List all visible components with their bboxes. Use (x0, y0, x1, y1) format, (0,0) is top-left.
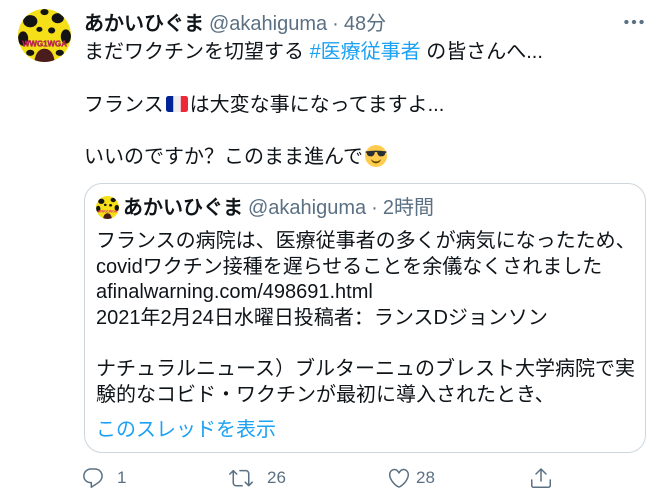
avatar-lettering: WWG1WGA (22, 40, 67, 49)
tweet-timestamp[interactable]: 48分 (344, 13, 386, 35)
smiling-face-with-sunglasses-icon (365, 145, 387, 167)
quoted-author-handle: @akahiguma (248, 197, 367, 219)
author-avatar[interactable]: WWG1WGA (18, 9, 71, 62)
quoted-tweet-text-line: 験的なコビド・ワクチンが最初に導入されたとき、 (96, 384, 555, 407)
text-segment: フランス (84, 93, 164, 116)
author-handle[interactable]: @akahiguma (209, 13, 327, 35)
text-segment: の皆さんへ... (420, 41, 543, 63)
retweet-button[interactable]: 26 (229, 465, 293, 491)
quoted-header-separator: · (371, 197, 378, 219)
like-button[interactable]: 28 (387, 465, 443, 491)
text-segment: まだワクチンを切望する (84, 41, 310, 63)
quoted-tweet-timestamp: 2時間 (382, 197, 434, 219)
text-segment: は大変な事になってますよ... (189, 93, 445, 116)
more-options-button[interactable] (621, 9, 647, 35)
france-flag-icon (165, 93, 188, 115)
quoted-author-display-name: あかいひぐま (123, 197, 243, 219)
quoted-tweet-text: フランスの病院は、医療従事者の多くが病気になったため、 covidワクチン接種を… (96, 229, 644, 409)
text-segment: いいのですか？このまま進んで (84, 146, 363, 168)
tweet-header: あかいひぐま @akahiguma · 48分 (84, 11, 386, 37)
retweet-icon[interactable] (229, 466, 253, 490)
author-display-name[interactable]: あかいひぐま (84, 13, 204, 35)
heart-icon[interactable] (387, 466, 411, 490)
quoted-tweet-text-line: ナチュラルニュース）ブルターニュのブレスト大学病院で実 (96, 358, 635, 381)
quoted-tweet-text-line: フランスの病院は、医療従事者の多くが病気になったため、 (96, 230, 636, 252)
avatar-image: WWG1WGA (18, 9, 71, 62)
share-icon[interactable] (529, 466, 553, 490)
quoted-tweet-header: あかいひぐま @akahiguma · 2時間 (123, 195, 434, 221)
tweet-text: まだワクチンを切望する #医療従事者 の皆さんへ... フランス は大変な事になっ… (84, 39, 654, 170)
quoted-avatar-image: WWG1WGA (96, 196, 119, 219)
quoted-author-avatar: WWG1WGA (96, 196, 119, 219)
retweet-count: 26 (267, 468, 286, 487)
reply-icon[interactable] (81, 466, 105, 490)
like-count: 28 (416, 468, 435, 487)
reply-count: 1 (117, 468, 127, 487)
reply-button[interactable]: 1 (81, 465, 131, 491)
quoted-tweet-text-line: 2021年2月24日水曜日投稿者：ランスDジョンソン (96, 307, 548, 330)
tweet-text-line: いいのですか？このまま進んで (84, 144, 654, 170)
quoted-avatar-lettering: WWG1WGA (98, 209, 118, 213)
show-thread-link[interactable]: このスレッドを表示 (96, 417, 276, 443)
tweet-text-line: まだワクチンを切望する #医療従事者 の皆さんへ... (84, 39, 654, 65)
tweet-text-line: フランス は大変な事になってますよ... (84, 92, 654, 118)
header-separator: · (332, 13, 339, 35)
hashtag-link[interactable]: #医療従事者 (310, 41, 421, 63)
more-horizontal-icon[interactable] (621, 9, 647, 35)
quoted-tweet-text-line: covidワクチン接種を遅らせることを余儀なくされました (96, 255, 603, 278)
share-button[interactable] (529, 465, 553, 491)
quoted-tweet-card[interactable]: WWG1WGA あかいひぐま @akahiguma · 2時間 フランスの病院は、医療… (84, 183, 646, 453)
quoted-tweet-text-line: afinalwarning.com/498691.html (96, 281, 373, 304)
